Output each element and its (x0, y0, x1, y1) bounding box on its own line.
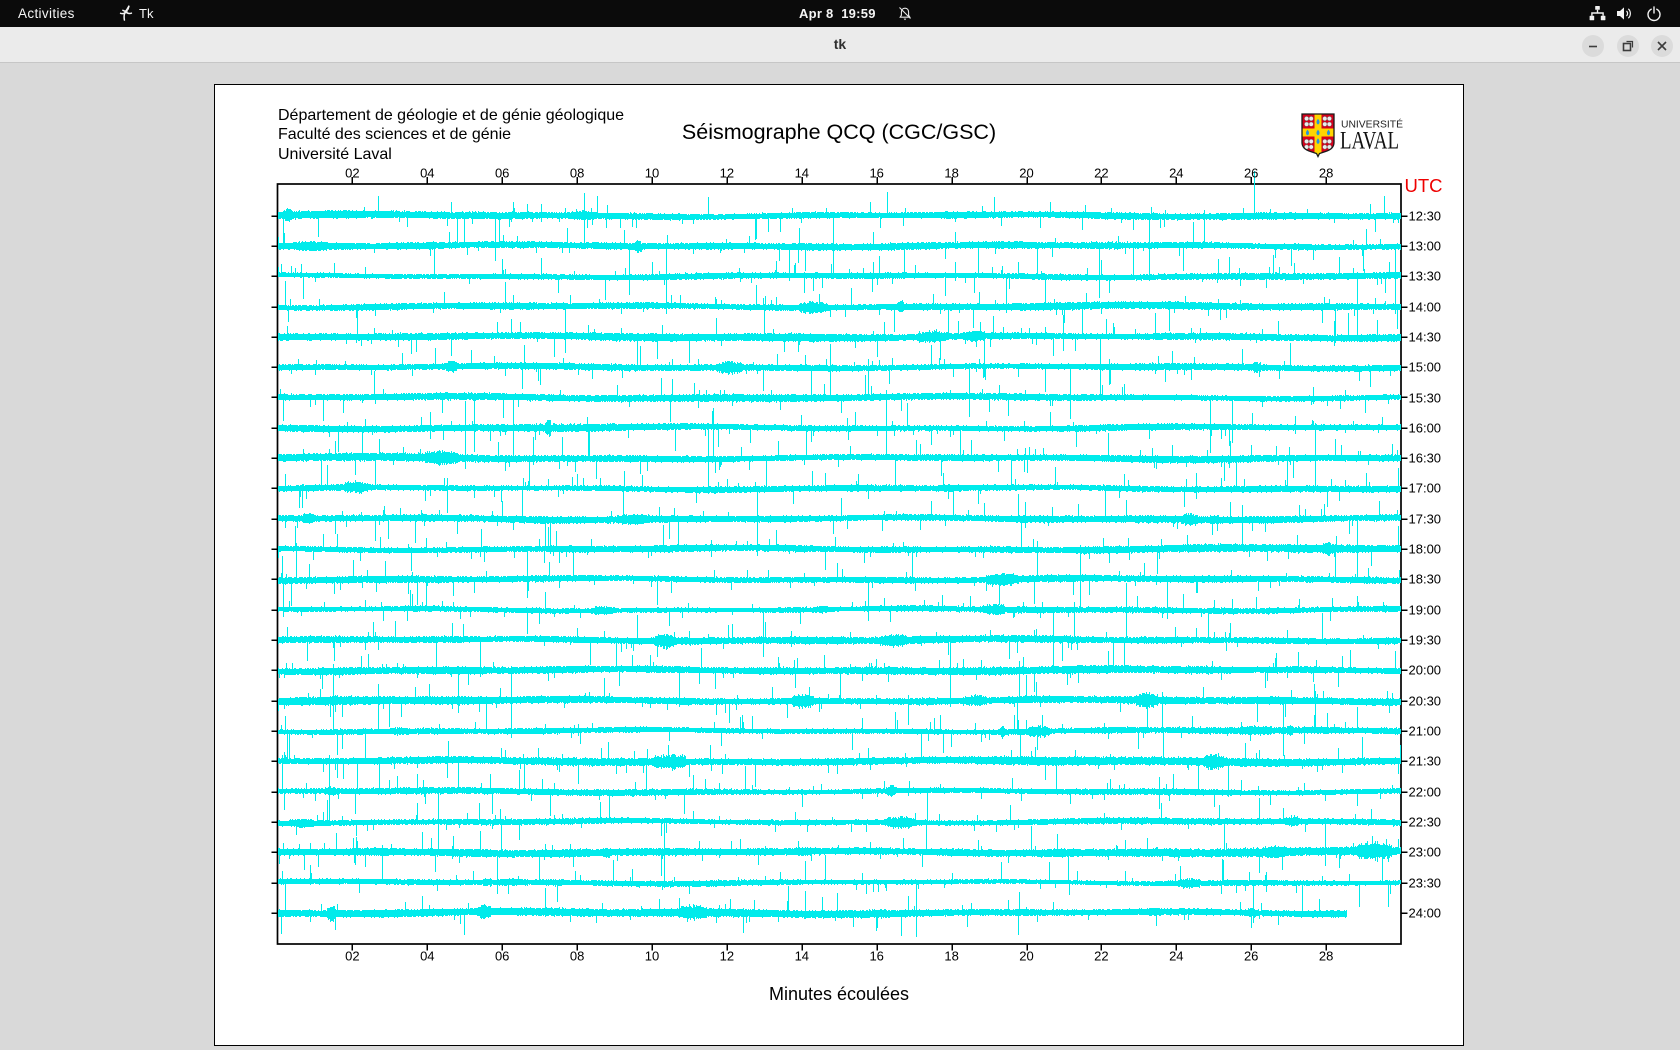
svg-text:LAVAL: LAVAL (1340, 128, 1399, 155)
